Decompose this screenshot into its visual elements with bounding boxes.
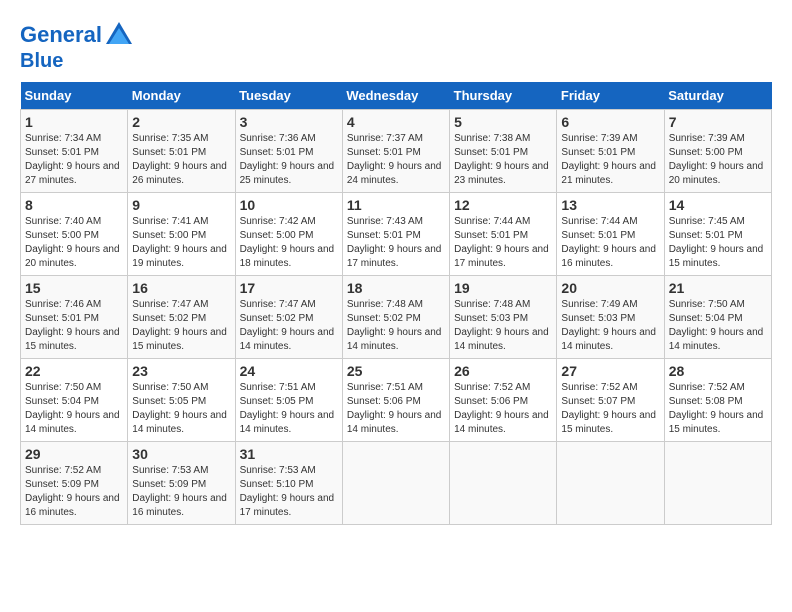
calendar-week-3: 22Sunrise: 7:50 AMSunset: 5:04 PMDayligh… (21, 359, 772, 442)
calendar-day-22: 22Sunrise: 7:50 AMSunset: 5:04 PMDayligh… (21, 359, 128, 442)
calendar-day-11: 11Sunrise: 7:43 AMSunset: 5:01 PMDayligh… (342, 193, 449, 276)
logo-icon (104, 20, 134, 50)
calendar-day-13: 13Sunrise: 7:44 AMSunset: 5:01 PMDayligh… (557, 193, 664, 276)
calendar-day-28: 28Sunrise: 7:52 AMSunset: 5:08 PMDayligh… (664, 359, 771, 442)
calendar-day-24: 24Sunrise: 7:51 AMSunset: 5:05 PMDayligh… (235, 359, 342, 442)
calendar-day-30: 30Sunrise: 7:53 AMSunset: 5:09 PMDayligh… (128, 442, 235, 525)
calendar-day-empty (664, 442, 771, 525)
col-header-sunday: Sunday (21, 82, 128, 110)
col-header-monday: Monday (128, 82, 235, 110)
calendar-day-26: 26Sunrise: 7:52 AMSunset: 5:06 PMDayligh… (450, 359, 557, 442)
calendar-day-14: 14Sunrise: 7:45 AMSunset: 5:01 PMDayligh… (664, 193, 771, 276)
calendar-day-8: 8Sunrise: 7:40 AMSunset: 5:00 PMDaylight… (21, 193, 128, 276)
col-header-wednesday: Wednesday (342, 82, 449, 110)
calendar-week-2: 15Sunrise: 7:46 AMSunset: 5:01 PMDayligh… (21, 276, 772, 359)
calendar-day-9: 9Sunrise: 7:41 AMSunset: 5:00 PMDaylight… (128, 193, 235, 276)
calendar-day-empty (342, 442, 449, 525)
calendar-week-0: 1Sunrise: 7:34 AMSunset: 5:01 PMDaylight… (21, 110, 772, 193)
calendar-day-17: 17Sunrise: 7:47 AMSunset: 5:02 PMDayligh… (235, 276, 342, 359)
col-header-saturday: Saturday (664, 82, 771, 110)
calendar-day-19: 19Sunrise: 7:48 AMSunset: 5:03 PMDayligh… (450, 276, 557, 359)
logo: General Blue (20, 20, 134, 72)
logo-blue-text: Blue (20, 50, 134, 72)
calendar-day-16: 16Sunrise: 7:47 AMSunset: 5:02 PMDayligh… (128, 276, 235, 359)
calendar-day-7: 7Sunrise: 7:39 AMSunset: 5:00 PMDaylight… (664, 110, 771, 193)
calendar-day-12: 12Sunrise: 7:44 AMSunset: 5:01 PMDayligh… (450, 193, 557, 276)
calendar-day-1: 1Sunrise: 7:34 AMSunset: 5:01 PMDaylight… (21, 110, 128, 193)
calendar-day-25: 25Sunrise: 7:51 AMSunset: 5:06 PMDayligh… (342, 359, 449, 442)
col-header-friday: Friday (557, 82, 664, 110)
col-header-tuesday: Tuesday (235, 82, 342, 110)
page-header: General Blue (20, 20, 772, 72)
calendar-day-21: 21Sunrise: 7:50 AMSunset: 5:04 PMDayligh… (664, 276, 771, 359)
calendar-day-15: 15Sunrise: 7:46 AMSunset: 5:01 PMDayligh… (21, 276, 128, 359)
calendar-day-10: 10Sunrise: 7:42 AMSunset: 5:00 PMDayligh… (235, 193, 342, 276)
calendar-day-3: 3Sunrise: 7:36 AMSunset: 5:01 PMDaylight… (235, 110, 342, 193)
calendar-header-row: SundayMondayTuesdayWednesdayThursdayFrid… (21, 82, 772, 110)
calendar-week-4: 29Sunrise: 7:52 AMSunset: 5:09 PMDayligh… (21, 442, 772, 525)
calendar-day-18: 18Sunrise: 7:48 AMSunset: 5:02 PMDayligh… (342, 276, 449, 359)
calendar-day-6: 6Sunrise: 7:39 AMSunset: 5:01 PMDaylight… (557, 110, 664, 193)
calendar-table: SundayMondayTuesdayWednesdayThursdayFrid… (20, 82, 772, 525)
calendar-week-1: 8Sunrise: 7:40 AMSunset: 5:00 PMDaylight… (21, 193, 772, 276)
calendar-day-20: 20Sunrise: 7:49 AMSunset: 5:03 PMDayligh… (557, 276, 664, 359)
logo-text: General (20, 23, 102, 47)
calendar-day-23: 23Sunrise: 7:50 AMSunset: 5:05 PMDayligh… (128, 359, 235, 442)
calendar-day-empty (450, 442, 557, 525)
calendar-day-31: 31Sunrise: 7:53 AMSunset: 5:10 PMDayligh… (235, 442, 342, 525)
calendar-day-4: 4Sunrise: 7:37 AMSunset: 5:01 PMDaylight… (342, 110, 449, 193)
calendar-day-5: 5Sunrise: 7:38 AMSunset: 5:01 PMDaylight… (450, 110, 557, 193)
calendar-day-29: 29Sunrise: 7:52 AMSunset: 5:09 PMDayligh… (21, 442, 128, 525)
calendar-day-2: 2Sunrise: 7:35 AMSunset: 5:01 PMDaylight… (128, 110, 235, 193)
calendar-day-empty (557, 442, 664, 525)
col-header-thursday: Thursday (450, 82, 557, 110)
calendar-day-27: 27Sunrise: 7:52 AMSunset: 5:07 PMDayligh… (557, 359, 664, 442)
